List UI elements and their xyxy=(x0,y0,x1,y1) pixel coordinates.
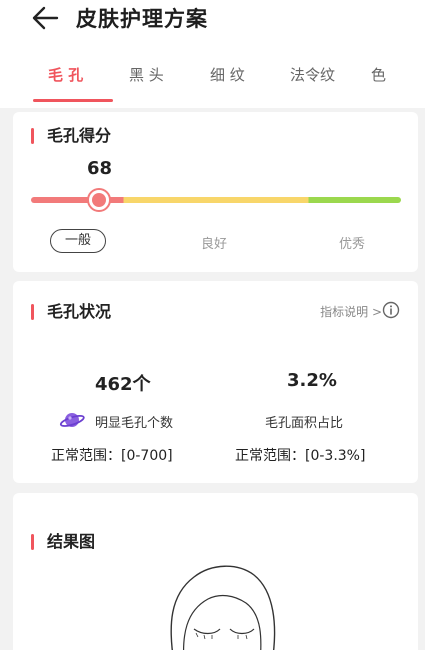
tab-fine-lines[interactable]: 细 纹 xyxy=(210,58,245,92)
metric-pore-area-value: 3.2% xyxy=(287,370,337,391)
indicator-info-link[interactable]: 指标说明 > xyxy=(320,303,382,320)
score-thumb xyxy=(87,188,111,212)
tab-nasolabial-folds[interactable]: 法令纹 xyxy=(290,58,335,92)
metric-pore-area-label: 毛孔面积占比 xyxy=(265,416,344,431)
tab-active-indicator xyxy=(33,99,113,102)
tab-pores[interactable]: 毛 孔 xyxy=(48,58,83,92)
score-value: 68 xyxy=(87,158,113,179)
section-title-score: 毛孔得分 xyxy=(31,125,111,147)
info-icon[interactable] xyxy=(382,301,400,319)
tab-pigment[interactable]: 色 xyxy=(371,58,386,92)
face-outline-image xyxy=(170,565,276,650)
page-title: 皮肤护理方案 xyxy=(76,7,208,31)
level-pill-average: 一般 xyxy=(50,229,106,253)
section-title-status: 毛孔状况 xyxy=(31,301,111,323)
metric-pore-area-range: 正常范围：[0-3.3%] xyxy=(235,448,366,464)
level-good: 良好 xyxy=(201,237,228,252)
metric-pore-count-value: 462个 xyxy=(95,374,151,395)
planet-icon xyxy=(59,413,85,427)
back-arrow-icon[interactable] xyxy=(30,4,60,32)
app-header: 皮肤护理方案 毛 孔 黑 头 细 纹 法令纹 色 xyxy=(0,0,425,108)
metric-pore-count-range: 正常范围：[0-700] xyxy=(51,448,173,464)
tab-bar: 毛 孔 黑 头 细 纹 法令纹 色 xyxy=(0,58,425,102)
result-image-card: 结果图 xyxy=(13,493,418,650)
pore-status-card: 毛孔状况 指标说明 > 462个 明显毛孔个数 正常范围：[0-700] 3.2… xyxy=(13,281,418,483)
tab-blackheads[interactable]: 黑 头 xyxy=(129,58,164,92)
section-title-result: 结果图 xyxy=(31,531,95,553)
metric-pore-count-label: 明显毛孔个数 xyxy=(95,416,174,431)
pore-score-card: 毛孔得分 68 一般 良好 优秀 xyxy=(13,112,418,272)
level-excellent: 优秀 xyxy=(339,237,366,252)
